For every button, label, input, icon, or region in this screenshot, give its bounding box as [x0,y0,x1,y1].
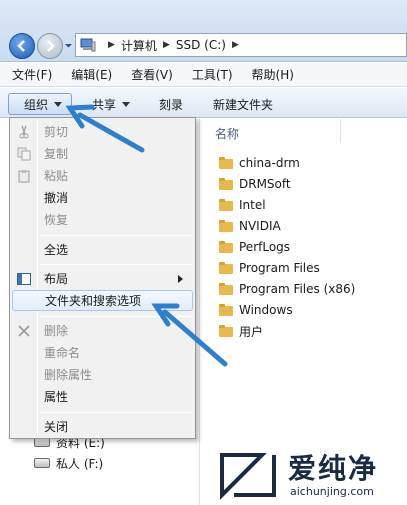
watermark-url: aichunjing.com [290,485,374,498]
arrow-to-organize [65,104,145,153]
watermark-emblem-icon [220,453,276,500]
annotation-arrows [65,104,228,367]
arrow-to-folder-options [151,303,228,367]
watermark-logo: 爱纯净 aichunjing.com [218,447,404,503]
watermark-title: 爱纯净 [288,452,379,485]
